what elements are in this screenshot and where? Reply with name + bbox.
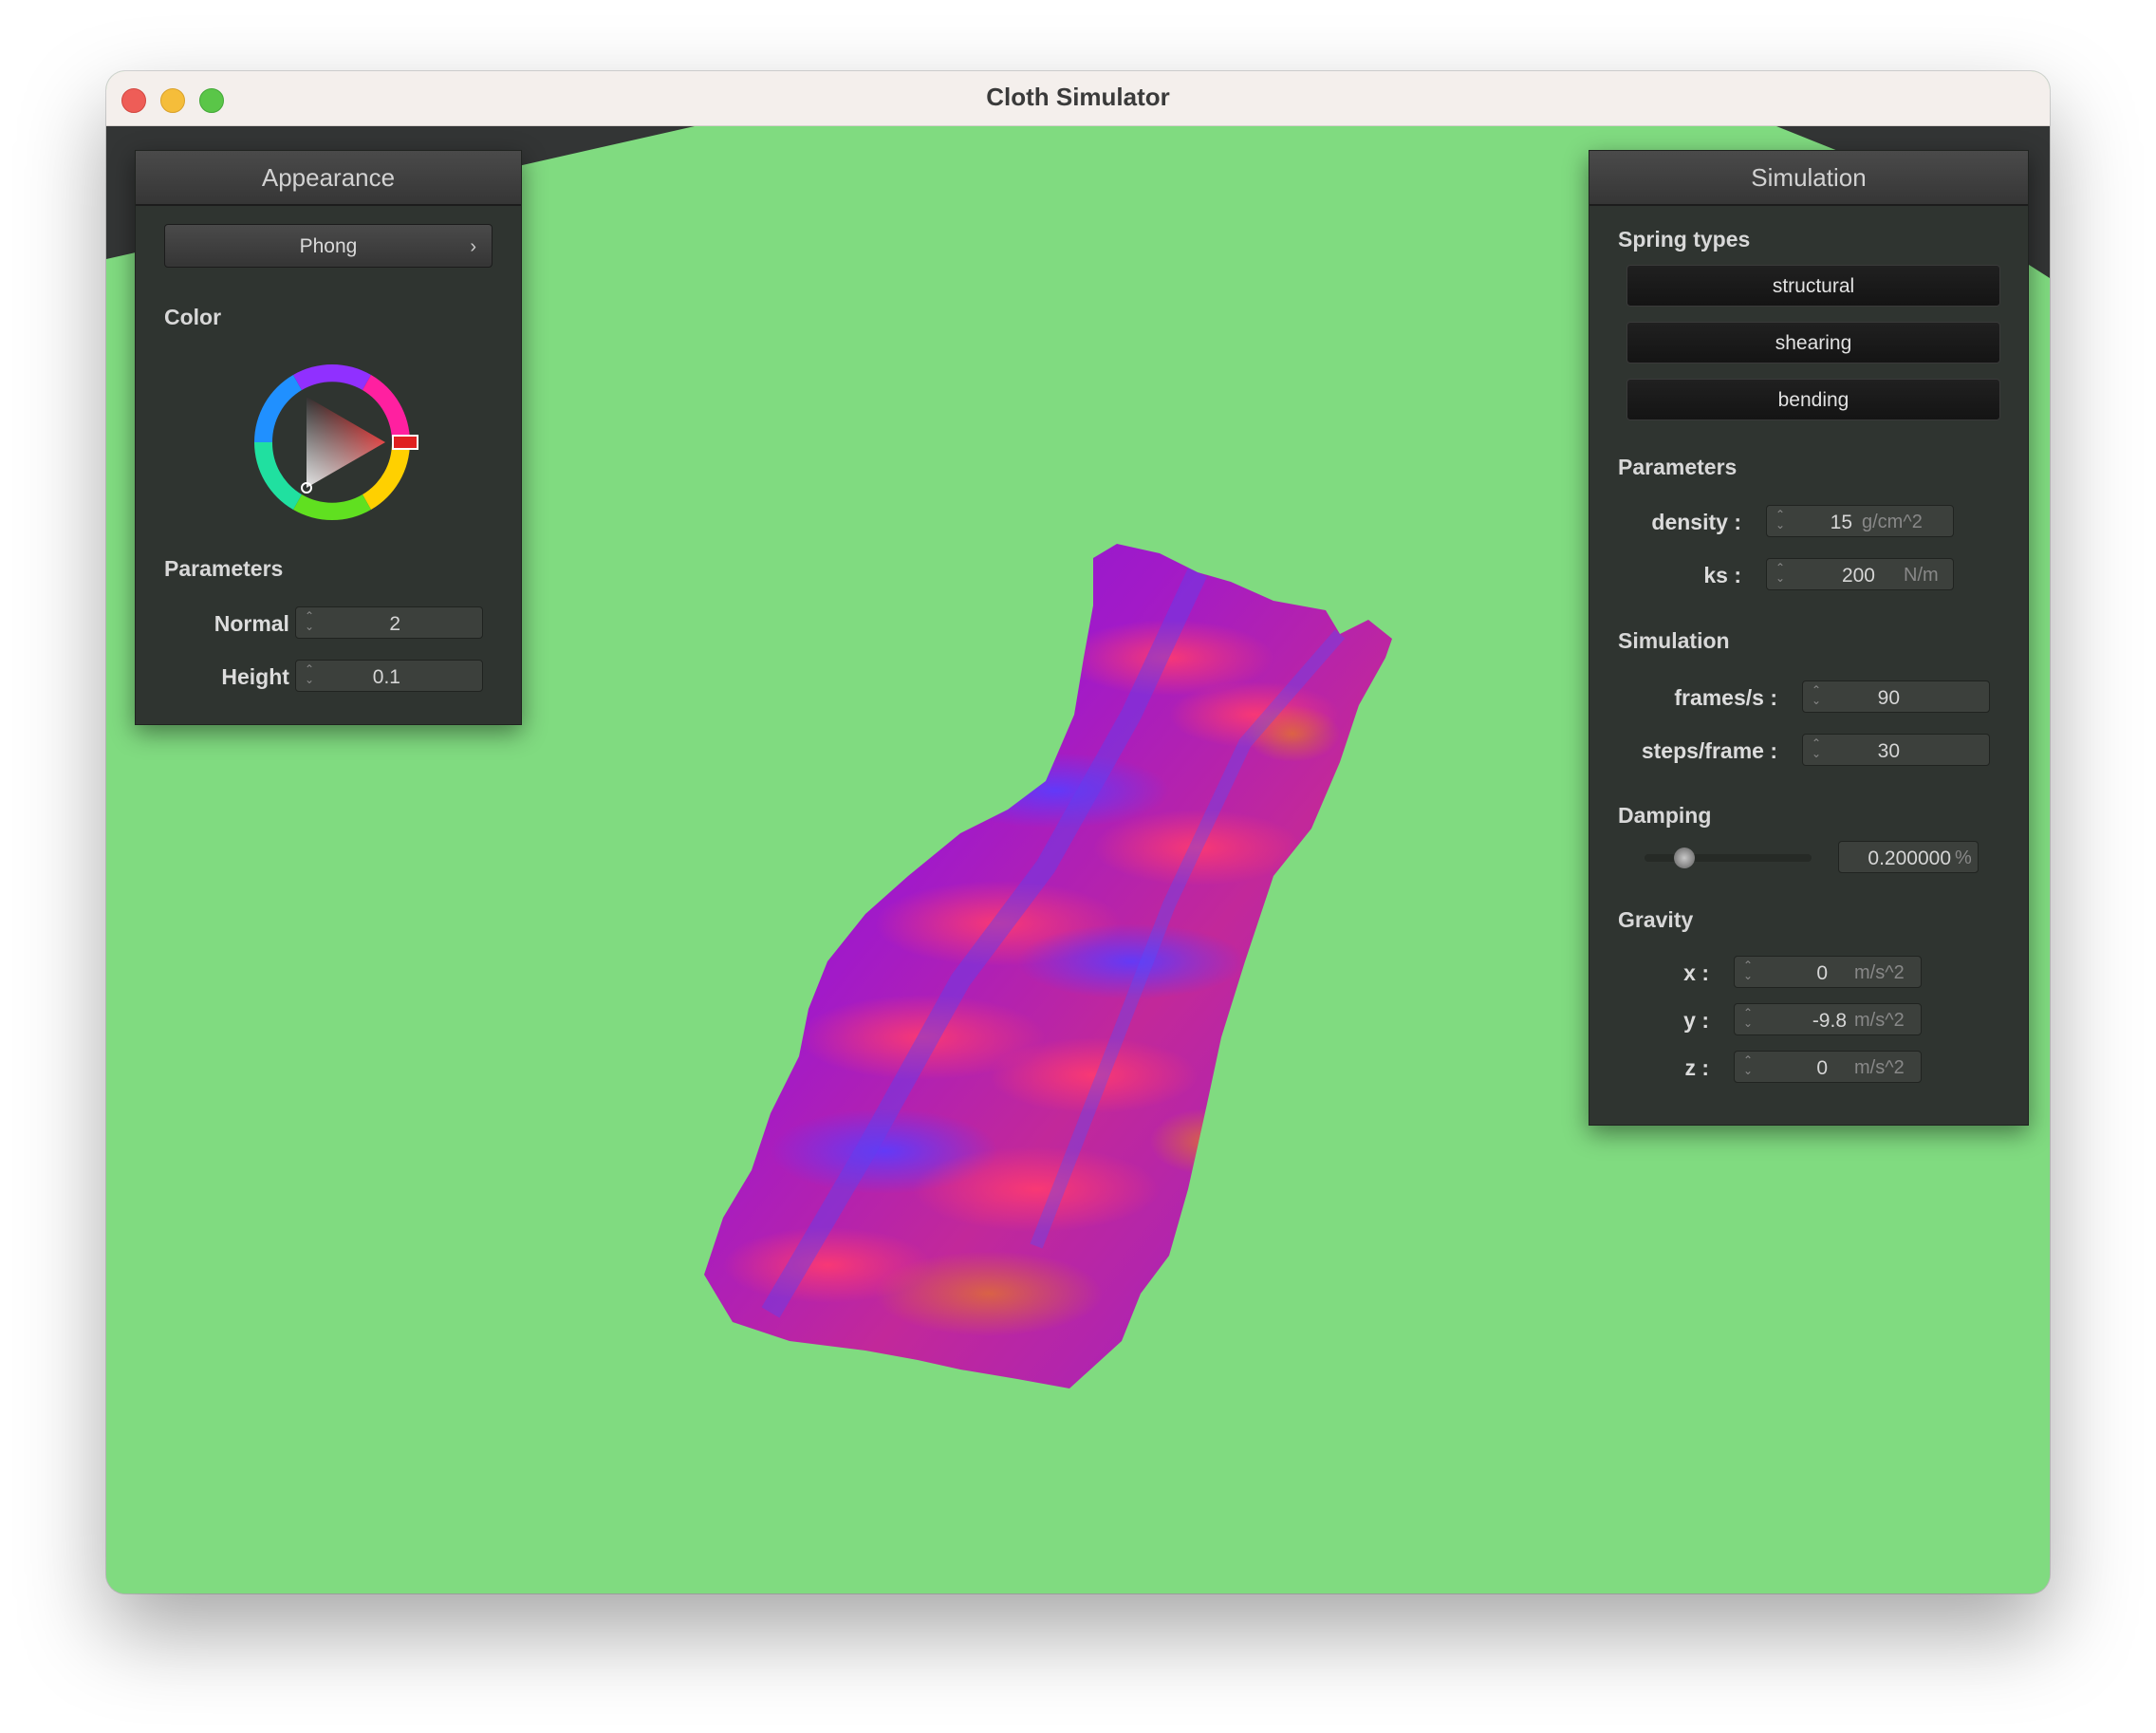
shearing-spring-toggle[interactable]: shearing: [1626, 322, 2000, 363]
window-title: Cloth Simulator: [986, 83, 1170, 111]
density-value: 15: [1830, 512, 1852, 533]
fps-input[interactable]: ⌃ ⌄ 90: [1802, 680, 1990, 713]
shader-select-button[interactable]: Phong ›: [164, 224, 493, 268]
gravity-z-input[interactable]: ⌃ ⌄ 0 m/s^2: [1734, 1051, 1922, 1083]
spinner-icon[interactable]: ⌃ ⌄: [1775, 562, 1786, 586]
gravity-x-input[interactable]: ⌃ ⌄ 0 m/s^2: [1734, 956, 1922, 988]
gravity-z-label: z :: [1684, 1055, 1709, 1080]
spinner-icon[interactable]: ⌃ ⌄: [1811, 684, 1822, 708]
damping-input[interactable]: 0.200000 %: [1838, 841, 1979, 873]
gravity-z-value: 0: [1816, 1057, 1828, 1079]
damping-label: Damping: [1618, 803, 1712, 828]
steps-label: steps/frame :: [1641, 738, 1777, 763]
title-bar: Cloth Simulator: [106, 71, 2050, 126]
ks-input[interactable]: ⌃ ⌄ 200 N/m: [1766, 558, 1954, 590]
app-window: Cloth Simulator Appearance Phong › Color…: [106, 71, 2050, 1593]
gravity-y-unit: m/s^2: [1854, 1010, 1905, 1031]
height-value: 0.1: [372, 666, 400, 688]
chevron-right-icon: ›: [470, 236, 476, 257]
shader-select-label: Phong: [299, 235, 358, 257]
gravity-y-value: -9.8: [1812, 1010, 1847, 1032]
cloth-mesh: [704, 544, 1392, 1388]
simulation-panel: Simulation Spring types structural shear…: [1589, 150, 2029, 1126]
ks-label: ks :: [1703, 563, 1741, 587]
appearance-panel: Appearance Phong › Color Parameters Norm…: [135, 150, 522, 725]
spring-types-label: Spring types: [1618, 227, 1751, 252]
gravity-x-unit: m/s^2: [1854, 962, 1905, 983]
density-unit: g/cm^2: [1862, 512, 1923, 532]
bending-spring-toggle[interactable]: bending: [1626, 379, 2000, 420]
spinner-icon[interactable]: ⌃ ⌄: [1742, 960, 1754, 983]
simulation-parameters-label: Parameters: [1618, 455, 1738, 479]
normal-input[interactable]: ⌃ ⌄ 2: [295, 606, 483, 639]
simulation-panel-title: Simulation: [1589, 151, 2028, 206]
fps-label: frames/s :: [1674, 685, 1777, 710]
appearance-parameters-label: Parameters: [164, 556, 284, 581]
structural-spring-toggle[interactable]: structural: [1626, 265, 2000, 307]
steps-value: 30: [1877, 740, 1900, 762]
ks-unit: N/m: [1904, 565, 1939, 586]
damping-slider-knob[interactable]: [1673, 848, 1695, 868]
gravity-x-label: x :: [1683, 960, 1709, 985]
gravity-y-input[interactable]: ⌃ ⌄ -9.8 m/s^2: [1734, 1003, 1922, 1035]
spinner-icon[interactable]: ⌃ ⌄: [1775, 509, 1786, 532]
normal-label: Normal :: [214, 611, 303, 636]
damping-value: 0.200000: [1868, 848, 1951, 869]
density-label: density :: [1651, 510, 1741, 534]
spinner-icon[interactable]: ⌃ ⌄: [1742, 1007, 1754, 1031]
spinner-icon[interactable]: ⌃ ⌄: [304, 663, 315, 687]
density-input[interactable]: ⌃ ⌄ 15 g/cm^2: [1766, 505, 1954, 537]
color-wheel[interactable]: [242, 352, 422, 532]
gravity-z-unit: m/s^2: [1854, 1057, 1905, 1078]
height-input[interactable]: ⌃ ⌄ 0.1: [295, 660, 483, 692]
spinner-icon[interactable]: ⌃ ⌄: [1742, 1054, 1754, 1078]
appearance-panel-title: Appearance: [136, 151, 521, 206]
gravity-label: Gravity: [1618, 907, 1694, 932]
spinner-icon[interactable]: ⌃ ⌄: [1811, 737, 1822, 761]
color-section-label: Color: [164, 305, 222, 329]
gravity-y-label: y :: [1683, 1008, 1709, 1033]
ks-value: 200: [1841, 565, 1875, 587]
gravity-x-value: 0: [1816, 962, 1828, 984]
damping-slider[interactable]: [1645, 848, 1812, 868]
render-viewport[interactable]: Appearance Phong › Color Parameters Norm…: [106, 126, 2050, 1593]
height-label: Height :: [221, 664, 303, 689]
simulation-section-label: Simulation: [1618, 628, 1730, 653]
spinner-icon[interactable]: ⌃ ⌄: [304, 610, 315, 634]
fps-value: 90: [1877, 687, 1900, 709]
hue-handle: [392, 435, 418, 450]
steps-input[interactable]: ⌃ ⌄ 30: [1802, 734, 1990, 766]
normal-value: 2: [389, 613, 400, 635]
damping-unit: %: [1955, 848, 1972, 868]
damping-slider-track: [1645, 854, 1812, 862]
